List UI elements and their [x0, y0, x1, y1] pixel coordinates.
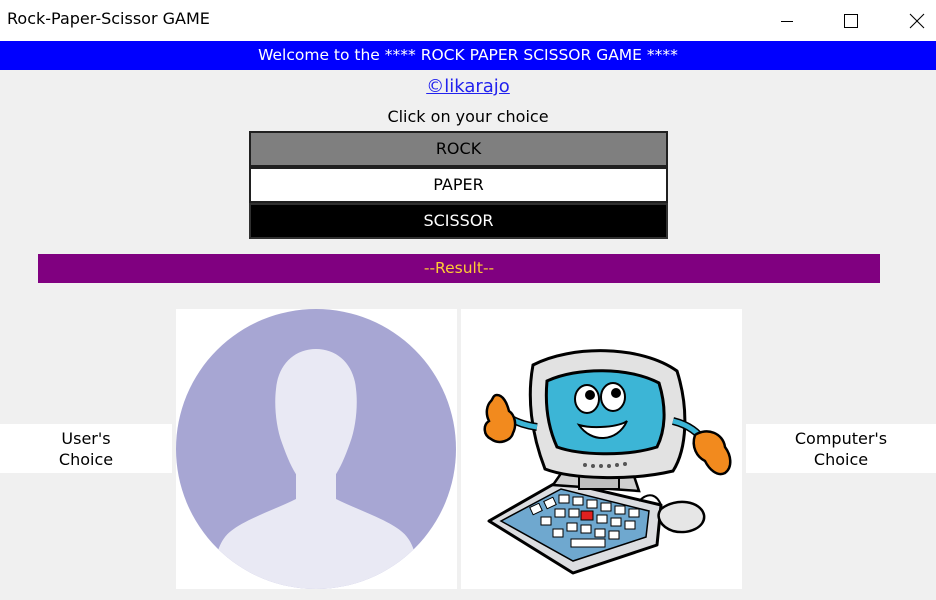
computer-choice-image — [461, 309, 742, 589]
window-title: Rock-Paper-Scissor GAME — [7, 9, 210, 28]
maximize-button[interactable] — [828, 0, 874, 41]
author-link-text[interactable]: ©likarajo — [426, 76, 510, 97]
minimize-button[interactable] — [764, 0, 810, 41]
author-link[interactable]: ©likarajo — [0, 76, 936, 97]
result-bar: --Result-- — [38, 254, 880, 283]
close-icon — [909, 13, 925, 28]
minimize-icon — [781, 20, 793, 22]
user-choice-label: User's Choice — [0, 424, 172, 473]
window-titlebar: Rock-Paper-Scissor GAME — [0, 0, 936, 41]
user-label-line2: Choice — [58, 449, 114, 469]
computer-label-line1: Computer's — [794, 428, 888, 448]
user-silhouette-icon — [176, 309, 456, 589]
cartoon-computer-icon — [483, 349, 732, 575]
maximize-icon — [844, 13, 858, 28]
welcome-banner: Welcome to the **** ROCK PAPER SCISSOR G… — [0, 41, 936, 70]
user-label-line1: User's — [61, 428, 111, 448]
computer-label-line2: Choice — [813, 449, 869, 469]
rock-button[interactable]: ROCK — [249, 131, 668, 167]
user-choice-image — [176, 309, 457, 589]
paper-button[interactable]: PAPER — [249, 167, 668, 203]
scissor-button[interactable]: SCISSOR — [249, 203, 668, 239]
choice-prompt: Click on your choice — [387, 107, 549, 126]
close-button[interactable] — [894, 0, 936, 41]
computer-choice-label: Computer's Choice — [746, 424, 936, 473]
